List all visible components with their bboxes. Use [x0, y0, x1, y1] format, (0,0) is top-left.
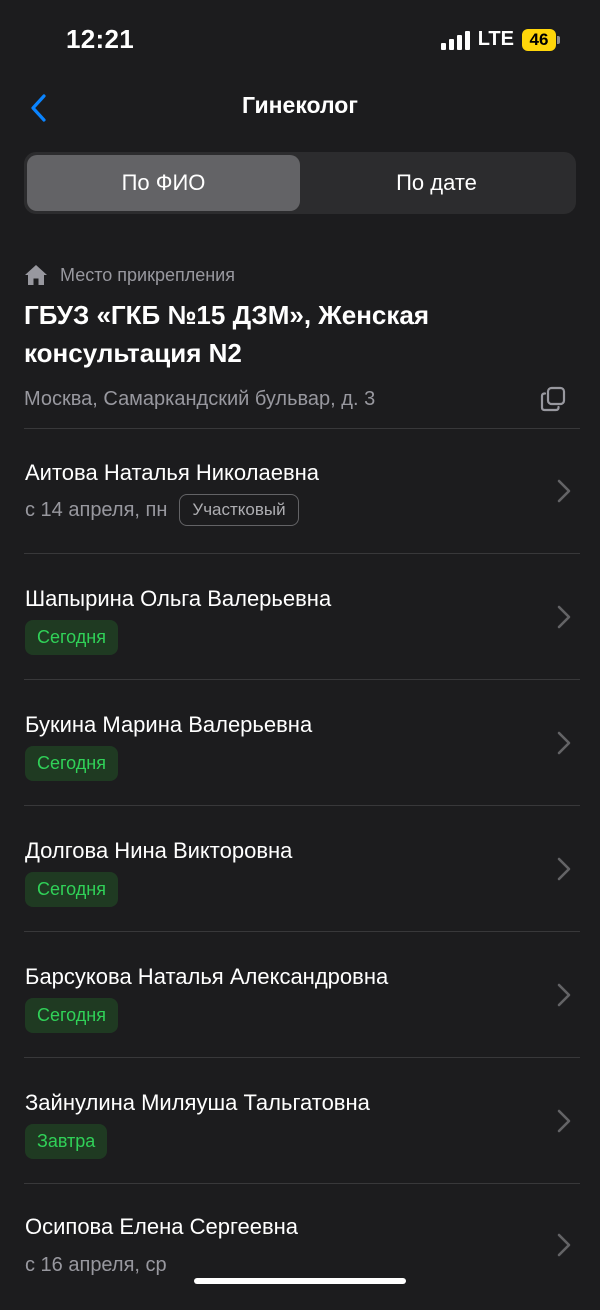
doctor-meta: Сегодня	[25, 746, 118, 781]
chevron-right-icon	[557, 983, 571, 1007]
doctor-meta: с 16 апреля, ср	[25, 1254, 167, 1277]
doctor-name: Барсукова Наталья Александровна	[25, 964, 389, 989]
doctor-row[interactable]: Аитова Наталья Николаевна с 14 апреля, п…	[0, 428, 600, 554]
chevron-right-icon	[557, 857, 571, 881]
doctor-name: Букина Марина Валерьевна	[25, 712, 313, 737]
availability-badge: Сегодня	[25, 998, 118, 1033]
doctor-row[interactable]: Зайнулина Миляуша Тальгатовна Завтра	[0, 1058, 600, 1184]
doctor-name: Зайнулина Миляуша Тальгатовна	[25, 1090, 370, 1115]
clinic-address: Москва, Самаркандский бульвар, д. 3	[24, 387, 376, 410]
availability-badge: Сегодня	[25, 872, 118, 907]
doctor-meta: Сегодня	[25, 872, 118, 907]
chevron-right-icon	[557, 731, 571, 755]
doctor-row[interactable]: Долгова Нина Викторовна Сегодня	[0, 806, 600, 932]
doctor-row[interactable]: Букина Марина Валерьевна Сегодня	[0, 680, 600, 806]
home-indicator[interactable]	[194, 1278, 406, 1284]
attachment-label-row: Место прикрепления	[24, 262, 576, 288]
attachment-section: Место прикрепления ГБУЗ «ГКБ №15 ДЗМ», Ж…	[24, 262, 576, 416]
chevron-right-icon	[557, 605, 571, 629]
house-icon	[25, 265, 47, 285]
doctor-name: Аитова Наталья Николаевна	[25, 460, 320, 485]
status-time: 12:21	[66, 24, 134, 54]
page-title: Гинеколог	[242, 92, 358, 118]
availability-badge: Завтра	[25, 1124, 108, 1159]
doctor-row[interactable]: Осипова Елена Сергеевна с 16 апреля, ср	[0, 1184, 600, 1310]
copy-icon	[540, 386, 566, 412]
tab-by-name[interactable]: По ФИО	[27, 155, 300, 211]
doctor-meta: Завтра	[25, 1124, 108, 1159]
network-type: LTE	[477, 28, 514, 50]
copy-address-button[interactable]	[536, 382, 570, 416]
sort-segmented-control: По ФИО По дате	[24, 152, 576, 214]
doctor-meta: Сегодня	[25, 998, 118, 1033]
clinic-name: ГБУЗ «ГКБ №15 ДЗМ», Женская консультация…	[24, 300, 430, 368]
availability-badge: Сегодня	[25, 620, 118, 655]
doctor-meta: с 14 апреля, пн Участковый	[25, 494, 299, 526]
doctor-available-date: с 16 апреля, ср	[25, 1254, 167, 1276]
chevron-right-icon	[557, 479, 571, 503]
doctor-meta: Сегодня	[25, 620, 118, 655]
doctor-name: Долгова Нина Викторовна	[25, 838, 293, 863]
status-bar: 12:21 LTE 46	[0, 0, 600, 80]
doctor-name: Шапырина Ольга Валерьевна	[25, 586, 332, 611]
tab-by-date[interactable]: По дате	[300, 155, 573, 211]
doctor-list: Аитова Наталья Николаевна с 14 апреля, п…	[0, 428, 600, 1310]
attachment-label: Место прикрепления	[60, 264, 235, 285]
doctor-available-date: с 14 апреля, пн	[25, 498, 168, 521]
availability-badge: Сегодня	[25, 746, 118, 781]
clinic-address-row: Москва, Самаркандский бульвар, д. 3	[24, 382, 576, 416]
doctor-name: Осипова Елена Сергеевна	[25, 1214, 299, 1239]
doctor-row[interactable]: Барсукова Наталья Александровна Сегодня	[0, 932, 600, 1058]
doctor-row[interactable]: Шапырина Ольга Валерьевна Сегодня	[0, 554, 600, 680]
district-doctor-tag: Участковый	[179, 494, 299, 526]
battery-icon: 46	[522, 28, 560, 51]
status-indicators: LTE 46	[440, 28, 560, 51]
chevron-right-icon	[557, 1109, 571, 1133]
chevron-right-icon	[557, 1233, 571, 1257]
battery-level: 46	[522, 28, 556, 51]
cellular-signal-icon	[440, 30, 470, 50]
nav-bar: Гинеколог	[0, 80, 600, 136]
